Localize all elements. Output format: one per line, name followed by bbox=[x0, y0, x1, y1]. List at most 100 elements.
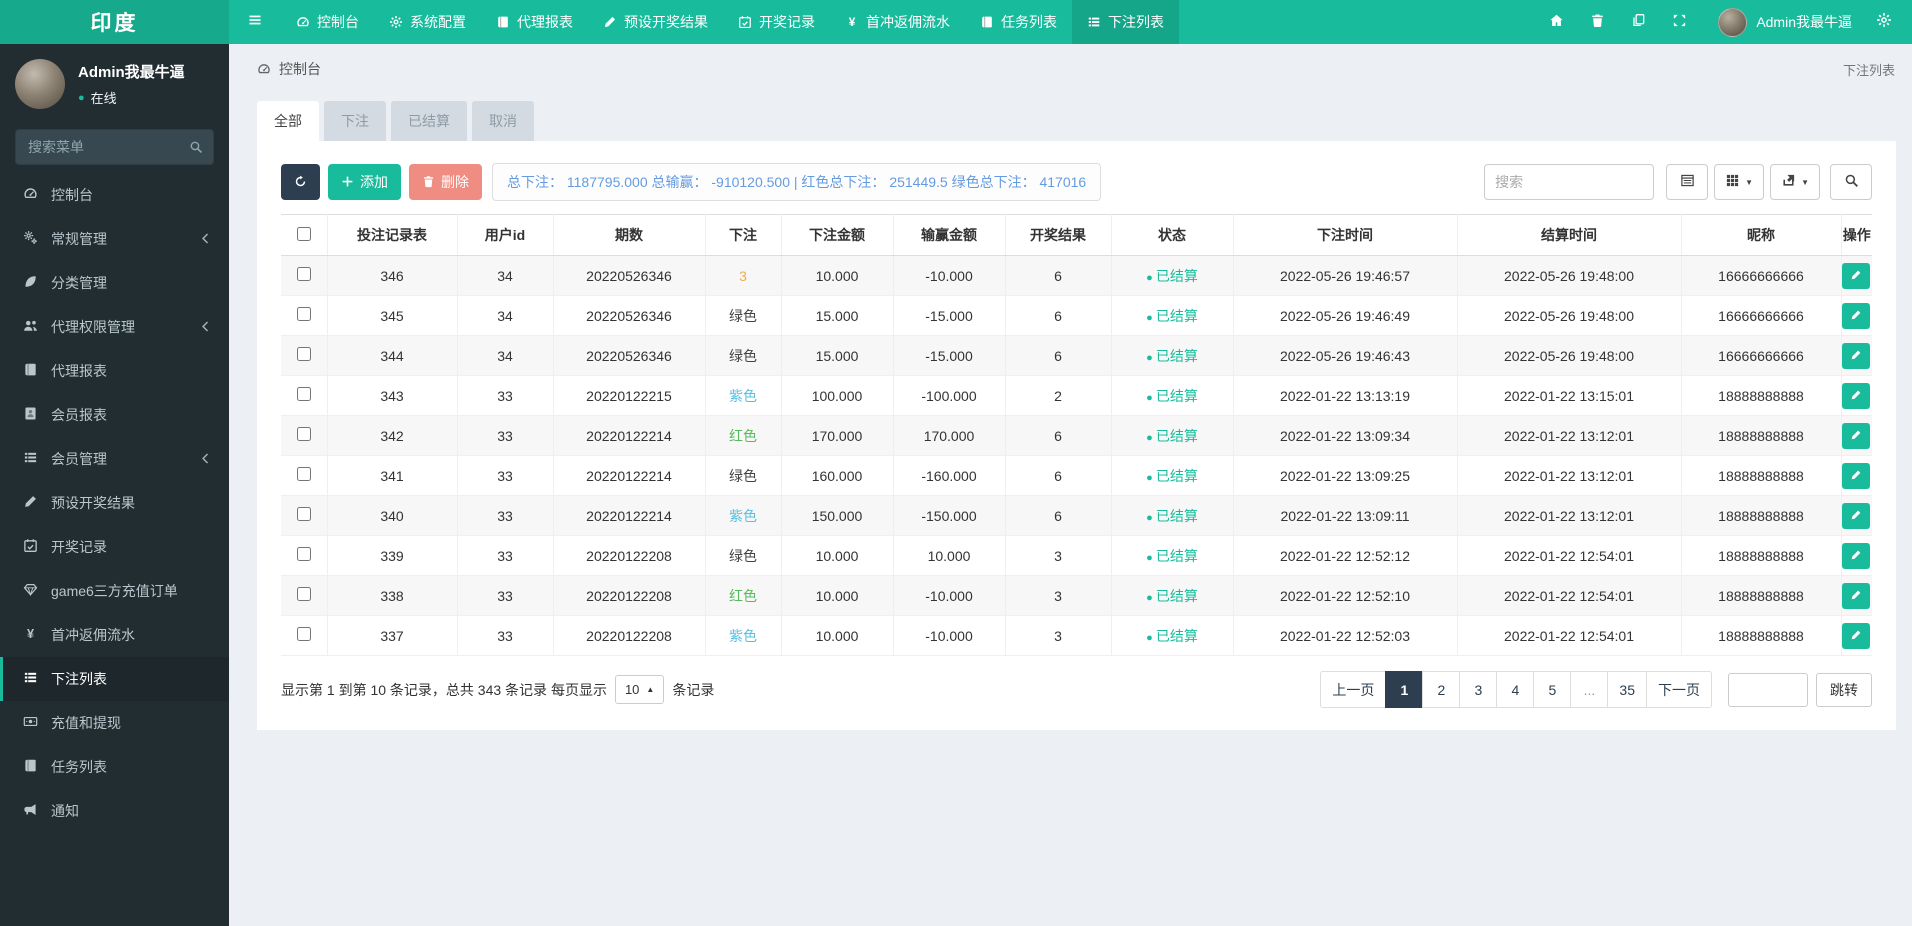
edit-button[interactable] bbox=[1842, 622, 1870, 649]
row-checkbox[interactable] bbox=[296, 507, 311, 521]
row-checkbox[interactable] bbox=[296, 427, 311, 441]
page-button-下一页[interactable]: 下一页 bbox=[1646, 671, 1712, 708]
copy-button[interactable] bbox=[1618, 0, 1659, 44]
sidebar-item-notice[interactable]: 通知 bbox=[0, 789, 229, 833]
sidebar-item-first-deposit-rebate[interactable]: ¥ 首冲返佣流水 bbox=[0, 613, 229, 657]
navbar-item-dashboard[interactable]: 控制台 bbox=[281, 0, 374, 44]
sidebar-toggle-button[interactable] bbox=[229, 0, 281, 44]
sidebar-item-category-management[interactable]: 分类管理 bbox=[0, 261, 229, 305]
navbar-item-draw-records[interactable]: 开奖记录 bbox=[723, 0, 830, 44]
page-button-3[interactable]: 3 bbox=[1459, 671, 1498, 708]
navbar-item-preset-results[interactable]: 预设开奖结果 bbox=[588, 0, 723, 44]
delete-button[interactable]: 删除 bbox=[409, 164, 482, 200]
table-row[interactable]: 345 34 20220526346 绿色 15.000 -15.000 6 ● 已结算 2022… bbox=[281, 295, 1872, 336]
edit-button[interactable] bbox=[1842, 462, 1870, 489]
column-header[interactable]: 下注金额 bbox=[780, 214, 894, 256]
sidebar-item-game6-recharge-orders[interactable]: game6三方充值订单 bbox=[0, 569, 229, 613]
navbar-item-first-deposit-rebate[interactable]: ¥ 首冲返佣流水 bbox=[830, 0, 965, 44]
column-header[interactable]: 操作 bbox=[1840, 214, 1872, 256]
row-checkbox[interactable] bbox=[296, 347, 311, 361]
column-header[interactable]: 结算时间 bbox=[1456, 214, 1682, 256]
sidebar-item-member-management[interactable]: 会员管理 bbox=[0, 437, 229, 481]
edit-button[interactable] bbox=[1842, 542, 1870, 569]
column-header[interactable]: 输赢金额 bbox=[892, 214, 1006, 256]
edit-button[interactable] bbox=[1842, 262, 1870, 289]
row-checkbox[interactable] bbox=[296, 467, 311, 481]
edit-button[interactable] bbox=[1842, 502, 1870, 529]
jump-button[interactable]: 跳转 bbox=[1816, 672, 1872, 707]
sidebar-item-general-management[interactable]: 常规管理 bbox=[0, 217, 229, 261]
column-header[interactable]: 开奖结果 bbox=[1004, 214, 1112, 256]
page-button-上一页[interactable]: 上一页 bbox=[1320, 671, 1387, 708]
sidebar-item-bet-list[interactable]: 下注列表 bbox=[0, 657, 229, 701]
refresh-button[interactable] bbox=[281, 164, 320, 200]
sidebar-item-member-report[interactable]: 会员报表 bbox=[0, 393, 229, 437]
page-button-1[interactable]: 1 bbox=[1385, 671, 1424, 708]
page-button-5[interactable]: 5 bbox=[1533, 671, 1572, 708]
row-checkbox[interactable] bbox=[296, 387, 311, 401]
edit-button[interactable] bbox=[1842, 382, 1870, 409]
navbar-item-task-list[interactable]: 任务列表 bbox=[965, 0, 1072, 44]
navbar-user-menu[interactable]: Admin我最牛逼 bbox=[1718, 7, 1852, 37]
edit-button[interactable] bbox=[1842, 582, 1870, 609]
column-header[interactable]: 下注 bbox=[704, 214, 782, 256]
tab-all[interactable]: 全部 bbox=[257, 101, 319, 141]
tab-cancel[interactable]: 取消 bbox=[472, 101, 534, 141]
sidebar-search-input[interactable] bbox=[15, 129, 214, 165]
table-row[interactable]: 341 33 20220122214 绿色 160.000 -160.000 6 ● 已结算 20… bbox=[281, 455, 1872, 496]
tab-bet[interactable]: 下注 bbox=[324, 101, 386, 141]
column-header[interactable]: 用户id bbox=[456, 214, 554, 256]
page-size-dropdown[interactable]: 10 ▲ bbox=[614, 675, 665, 704]
table-row[interactable]: 337 33 20220122208 紫色 10.000 -10.000 3 ● 已结算 2022… bbox=[281, 615, 1872, 656]
table-row[interactable]: 340 33 20220122214 紫色 150.000 -150.000 6 ● 已结算 20… bbox=[281, 495, 1872, 536]
navbar-item-system-config[interactable]: 系统配置 bbox=[374, 0, 481, 44]
row-checkbox[interactable] bbox=[296, 627, 311, 641]
sidebar-item-recharge-withdraw[interactable]: 充值和提现 bbox=[0, 701, 229, 745]
column-header[interactable]: 状态 bbox=[1110, 214, 1234, 256]
home-button[interactable] bbox=[1536, 0, 1577, 44]
jump-page-input[interactable] bbox=[1728, 672, 1808, 707]
row-checkbox[interactable] bbox=[296, 267, 311, 281]
column-header[interactable]: 昵称 bbox=[1680, 214, 1842, 256]
sidebar-item-agent-report[interactable]: 代理报表 bbox=[0, 349, 229, 393]
edit-button[interactable] bbox=[1842, 342, 1870, 369]
navbar-item-agent-report[interactable]: 代理报表 bbox=[481, 0, 588, 44]
page-button-4[interactable]: 4 bbox=[1496, 671, 1535, 708]
table-row[interactable]: 344 34 20220526346 绿色 15.000 -15.000 6 ● 已结算 2022… bbox=[281, 335, 1872, 376]
table-search-input[interactable] bbox=[1484, 164, 1655, 200]
edit-button[interactable] bbox=[1842, 302, 1870, 329]
search-submit-button[interactable] bbox=[1830, 164, 1872, 200]
row-checkbox[interactable] bbox=[296, 547, 311, 561]
page-button-35[interactable]: 35 bbox=[1607, 671, 1647, 708]
trash-icon bbox=[1590, 13, 1605, 30]
sidebar-item-task-list[interactable]: 任务列表 bbox=[0, 745, 229, 789]
sidebar-item-preset-results[interactable]: 预设开奖结果 bbox=[0, 481, 229, 525]
detail-view-button[interactable] bbox=[1666, 164, 1709, 200]
row-checkbox[interactable] bbox=[296, 307, 311, 321]
columns-button[interactable]: ▼ bbox=[1714, 164, 1765, 200]
table-row[interactable]: 346 34 20220526346 3 10.000 -10.000 6 ● 已结算 2022-… bbox=[281, 255, 1872, 296]
sidebar-item-dashboard[interactable]: 控制台 bbox=[0, 173, 229, 217]
column-header[interactable]: 下注时间 bbox=[1232, 214, 1458, 256]
column-header[interactable]: 投注记录表 bbox=[326, 214, 458, 256]
top-navbar: 印度 控制台 系统配置 代理报表 预设开奖结果 开奖记录 ¥ 首冲返佣流水 任务列表 下注列表 … bbox=[0, 0, 1912, 44]
column-header[interactable]: 期数 bbox=[552, 214, 706, 256]
sidebar-item-draw-records[interactable]: 开奖记录 bbox=[0, 525, 229, 569]
table-row[interactable]: 343 33 20220122215 紫色 100.000 -100.000 2 ● 已结算 20… bbox=[281, 375, 1872, 416]
table-row[interactable]: 342 33 20220122214 红色 170.000 170.000 6 ● 已结算 202… bbox=[281, 415, 1872, 456]
fullscreen-button[interactable] bbox=[1659, 0, 1700, 44]
sidebar-item-agent-permission[interactable]: 代理权限管理 bbox=[0, 305, 229, 349]
table-row[interactable]: 338 33 20220122208 红色 10.000 -10.000 3 ● 已结算 2022… bbox=[281, 575, 1872, 616]
page-button-2[interactable]: 2 bbox=[1422, 671, 1461, 708]
tab-settled[interactable]: 已结算 bbox=[391, 101, 467, 141]
edit-button[interactable] bbox=[1842, 422, 1870, 449]
select-all-checkbox[interactable] bbox=[296, 226, 311, 241]
export-button[interactable]: ▼ bbox=[1770, 164, 1820, 200]
add-button[interactable]: 添加 bbox=[328, 164, 401, 200]
navbar-item-bet-list[interactable]: 下注列表 bbox=[1072, 0, 1179, 44]
settings-button[interactable] bbox=[1866, 0, 1902, 44]
trash-button[interactable] bbox=[1577, 0, 1618, 44]
chevron-left-icon bbox=[195, 452, 216, 467]
row-checkbox[interactable] bbox=[296, 587, 311, 601]
table-row[interactable]: 339 33 20220122208 绿色 10.000 10.000 3 ● 已结算 2022-… bbox=[281, 535, 1872, 576]
